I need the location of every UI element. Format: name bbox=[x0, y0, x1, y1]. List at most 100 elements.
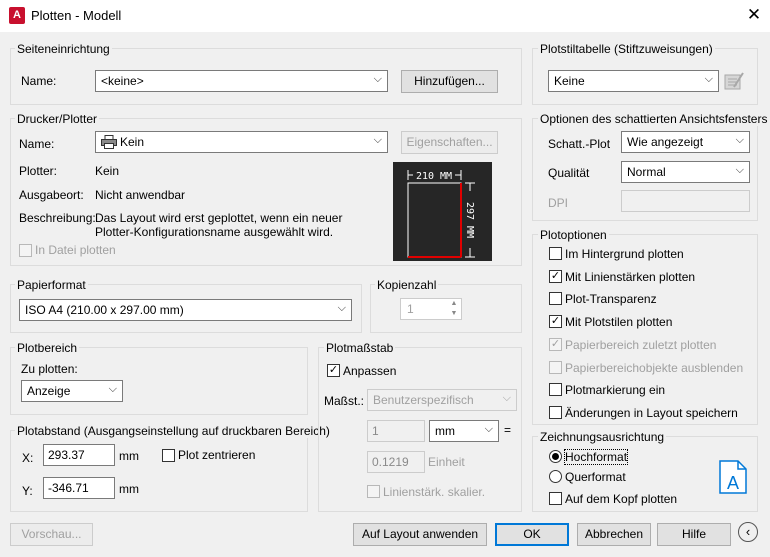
location-label: Ausgabeort: bbox=[19, 188, 84, 202]
landscape-radio[interactable] bbox=[549, 470, 562, 483]
preview-height-label: 297 MM bbox=[464, 202, 475, 238]
plot-option-checkbox[interactable] bbox=[549, 383, 562, 396]
scale-unit-combo[interactable]: mm ⌵ bbox=[429, 420, 499, 442]
page-setup-name-value: <keine> bbox=[101, 74, 144, 88]
shaded-viewport-group-label: Optionen des schattierten Ansichtsfenste… bbox=[538, 112, 770, 126]
offset-y-input[interactable]: -346.71 bbox=[43, 477, 115, 499]
shade-plot-value: Wie angezeigt bbox=[627, 135, 704, 149]
what-to-plot-value: Anzeige bbox=[27, 384, 71, 398]
fit-to-paper-label: Anpassen bbox=[343, 364, 397, 378]
portrait-label: Hochformat bbox=[563, 449, 629, 465]
scale-combo[interactable]: Benutzerspezifisch ⌵ bbox=[367, 389, 517, 411]
chevron-down-icon: ⌵ bbox=[484, 423, 493, 435]
offset-y-label: Y: bbox=[22, 484, 33, 498]
paper-size-combo[interactable]: ISO A4 (210.00 x 297.00 mm) ⌵ bbox=[19, 299, 352, 321]
scale-value: Benutzerspezifisch bbox=[373, 393, 474, 407]
offset-x-label: X: bbox=[22, 451, 34, 465]
copies-spinner[interactable]: 1 ▲ ▼ bbox=[400, 298, 462, 320]
equals-sign: = bbox=[504, 423, 512, 437]
plot-option-checkbox[interactable]: ✓ bbox=[549, 338, 562, 351]
ok-button[interactable]: OK bbox=[495, 523, 569, 546]
svg-text:A: A bbox=[727, 473, 739, 493]
paper-size-value: ISO A4 (210.00 x 297.00 mm) bbox=[25, 303, 184, 317]
plotter-value: Kein bbox=[95, 164, 120, 178]
plot-offset-group-label: Plotabstand (Ausgangseinstellung auf dru… bbox=[15, 424, 332, 438]
scale-lineweights-checkbox[interactable] bbox=[367, 485, 380, 498]
plot-option-label: Im Hintergrund plotten bbox=[565, 247, 684, 261]
center-plot-checkbox[interactable] bbox=[162, 449, 175, 462]
plot-option-label: Mit Linienstärken plotten bbox=[565, 270, 696, 284]
offset-x-input[interactable]: 293.37 bbox=[43, 444, 115, 466]
printer-name-combo[interactable]: Kein ⌵ bbox=[95, 131, 388, 153]
offset-y-unit: mm bbox=[119, 482, 139, 496]
plot-option-checkbox[interactable] bbox=[549, 247, 562, 260]
scale-value1-input[interactable]: 1 bbox=[367, 420, 425, 442]
scale-value2-input[interactable]: 0.1219 bbox=[367, 451, 425, 473]
location-value: Nicht anwendbar bbox=[95, 188, 186, 202]
plot-option-checkbox[interactable] bbox=[549, 292, 562, 305]
paper-preview-drawing: 210 MM 297 MM bbox=[407, 170, 475, 258]
collapse-options-icon[interactable]: ‹ bbox=[738, 522, 758, 542]
chevron-down-icon: ⌵ bbox=[735, 164, 744, 176]
shade-plot-label: Schatt.-Plot bbox=[548, 137, 611, 151]
edit-plot-style-icon[interactable] bbox=[724, 71, 746, 92]
what-to-plot-label: Zu plotten: bbox=[21, 362, 78, 376]
scale-lineweights-label: Linienstärk. skalier. bbox=[383, 485, 486, 499]
chevron-down-icon: ⌵ bbox=[502, 392, 511, 404]
description-line-1: Das Layout wird erst geplottet, wenn ein… bbox=[95, 211, 343, 225]
page-setup-name-label: Name: bbox=[21, 74, 57, 88]
cancel-button[interactable]: Abbrechen bbox=[577, 523, 651, 546]
spin-up-icon[interactable]: ▲ bbox=[447, 299, 461, 309]
copies-group-label: Kopienzahl bbox=[375, 278, 439, 292]
scale-unit-value: mm bbox=[435, 424, 455, 438]
orientation-group-label: Zeichnungsausrichtung bbox=[538, 430, 667, 444]
plot-offset-group bbox=[10, 430, 308, 512]
scale-label: Maßst.: bbox=[324, 394, 365, 408]
what-to-plot-combo[interactable]: Anzeige ⌵ bbox=[21, 380, 123, 402]
plotter-label: Plotter: bbox=[19, 164, 58, 178]
plot-area-group-label: Plotbereich bbox=[15, 341, 80, 355]
printer-group-label: Drucker/Plotter bbox=[15, 112, 100, 126]
description-label: Beschreibung: bbox=[19, 211, 96, 225]
plot-option-checkbox[interactable]: ✓ bbox=[549, 270, 562, 283]
quality-label: Qualität bbox=[548, 166, 590, 180]
add-page-setup-button[interactable]: Hinzufügen... bbox=[401, 70, 498, 93]
plot-to-file-checkbox[interactable] bbox=[19, 244, 32, 257]
window-title: Plotten - Modell bbox=[31, 8, 122, 23]
plot-option-label: Plot-Transparenz bbox=[565, 292, 657, 306]
plot-style-combo[interactable]: Keine ⌵ bbox=[548, 70, 719, 92]
close-icon[interactable]: ✕ bbox=[744, 5, 764, 25]
portrait-orientation-icon: A bbox=[719, 460, 747, 494]
portrait-radio[interactable] bbox=[549, 450, 562, 463]
preview-button[interactable]: Vorschau... bbox=[10, 523, 93, 546]
upside-down-checkbox[interactable] bbox=[549, 492, 562, 505]
dpi-input[interactable] bbox=[621, 190, 750, 212]
plot-options-group-label: Plotoptionen bbox=[538, 228, 609, 242]
plot-style-group-label: Plotstiltabelle (Stiftzuweisungen) bbox=[538, 42, 715, 56]
landscape-label: Querformat bbox=[565, 470, 626, 484]
plot-to-file-label: In Datei plotten bbox=[35, 243, 116, 257]
chevron-down-icon: ⌵ bbox=[704, 73, 713, 85]
printer-icon bbox=[101, 135, 117, 149]
plot-option-checkbox[interactable] bbox=[549, 361, 562, 374]
quality-combo[interactable]: Normal ⌵ bbox=[621, 161, 750, 183]
plot-option-checkbox[interactable] bbox=[549, 406, 562, 419]
chevron-down-icon: ⌵ bbox=[373, 134, 382, 146]
shade-plot-combo[interactable]: Wie angezeigt ⌵ bbox=[621, 131, 750, 153]
preview-width-label: 210 MM bbox=[416, 171, 452, 182]
help-button[interactable]: Hilfe bbox=[657, 523, 731, 546]
apply-to-layout-button[interactable]: Auf Layout anwenden bbox=[353, 523, 487, 546]
printer-properties-button[interactable]: Eigenschaften... bbox=[401, 131, 498, 154]
plot-scale-group-label: Plotmaßstab bbox=[324, 341, 396, 355]
scale-unit2-label: Einheit bbox=[428, 455, 465, 469]
chevron-down-icon: ⌵ bbox=[337, 302, 346, 314]
fit-to-paper-checkbox[interactable]: ✓ bbox=[327, 364, 340, 377]
plot-option-label: Plotmarkierung ein bbox=[565, 383, 666, 397]
plot-option-label: Papierbereichobjekte ausblenden bbox=[565, 361, 744, 375]
spin-down-icon[interactable]: ▼ bbox=[447, 309, 461, 319]
dpi-label: DPI bbox=[548, 196, 569, 210]
plot-option-checkbox[interactable]: ✓ bbox=[549, 315, 562, 328]
chevron-down-icon: ⌵ bbox=[373, 73, 382, 85]
page-setup-name-combo[interactable]: <keine> ⌵ bbox=[95, 70, 388, 92]
plot-option-label: Änderungen in Layout speichern bbox=[565, 406, 738, 420]
